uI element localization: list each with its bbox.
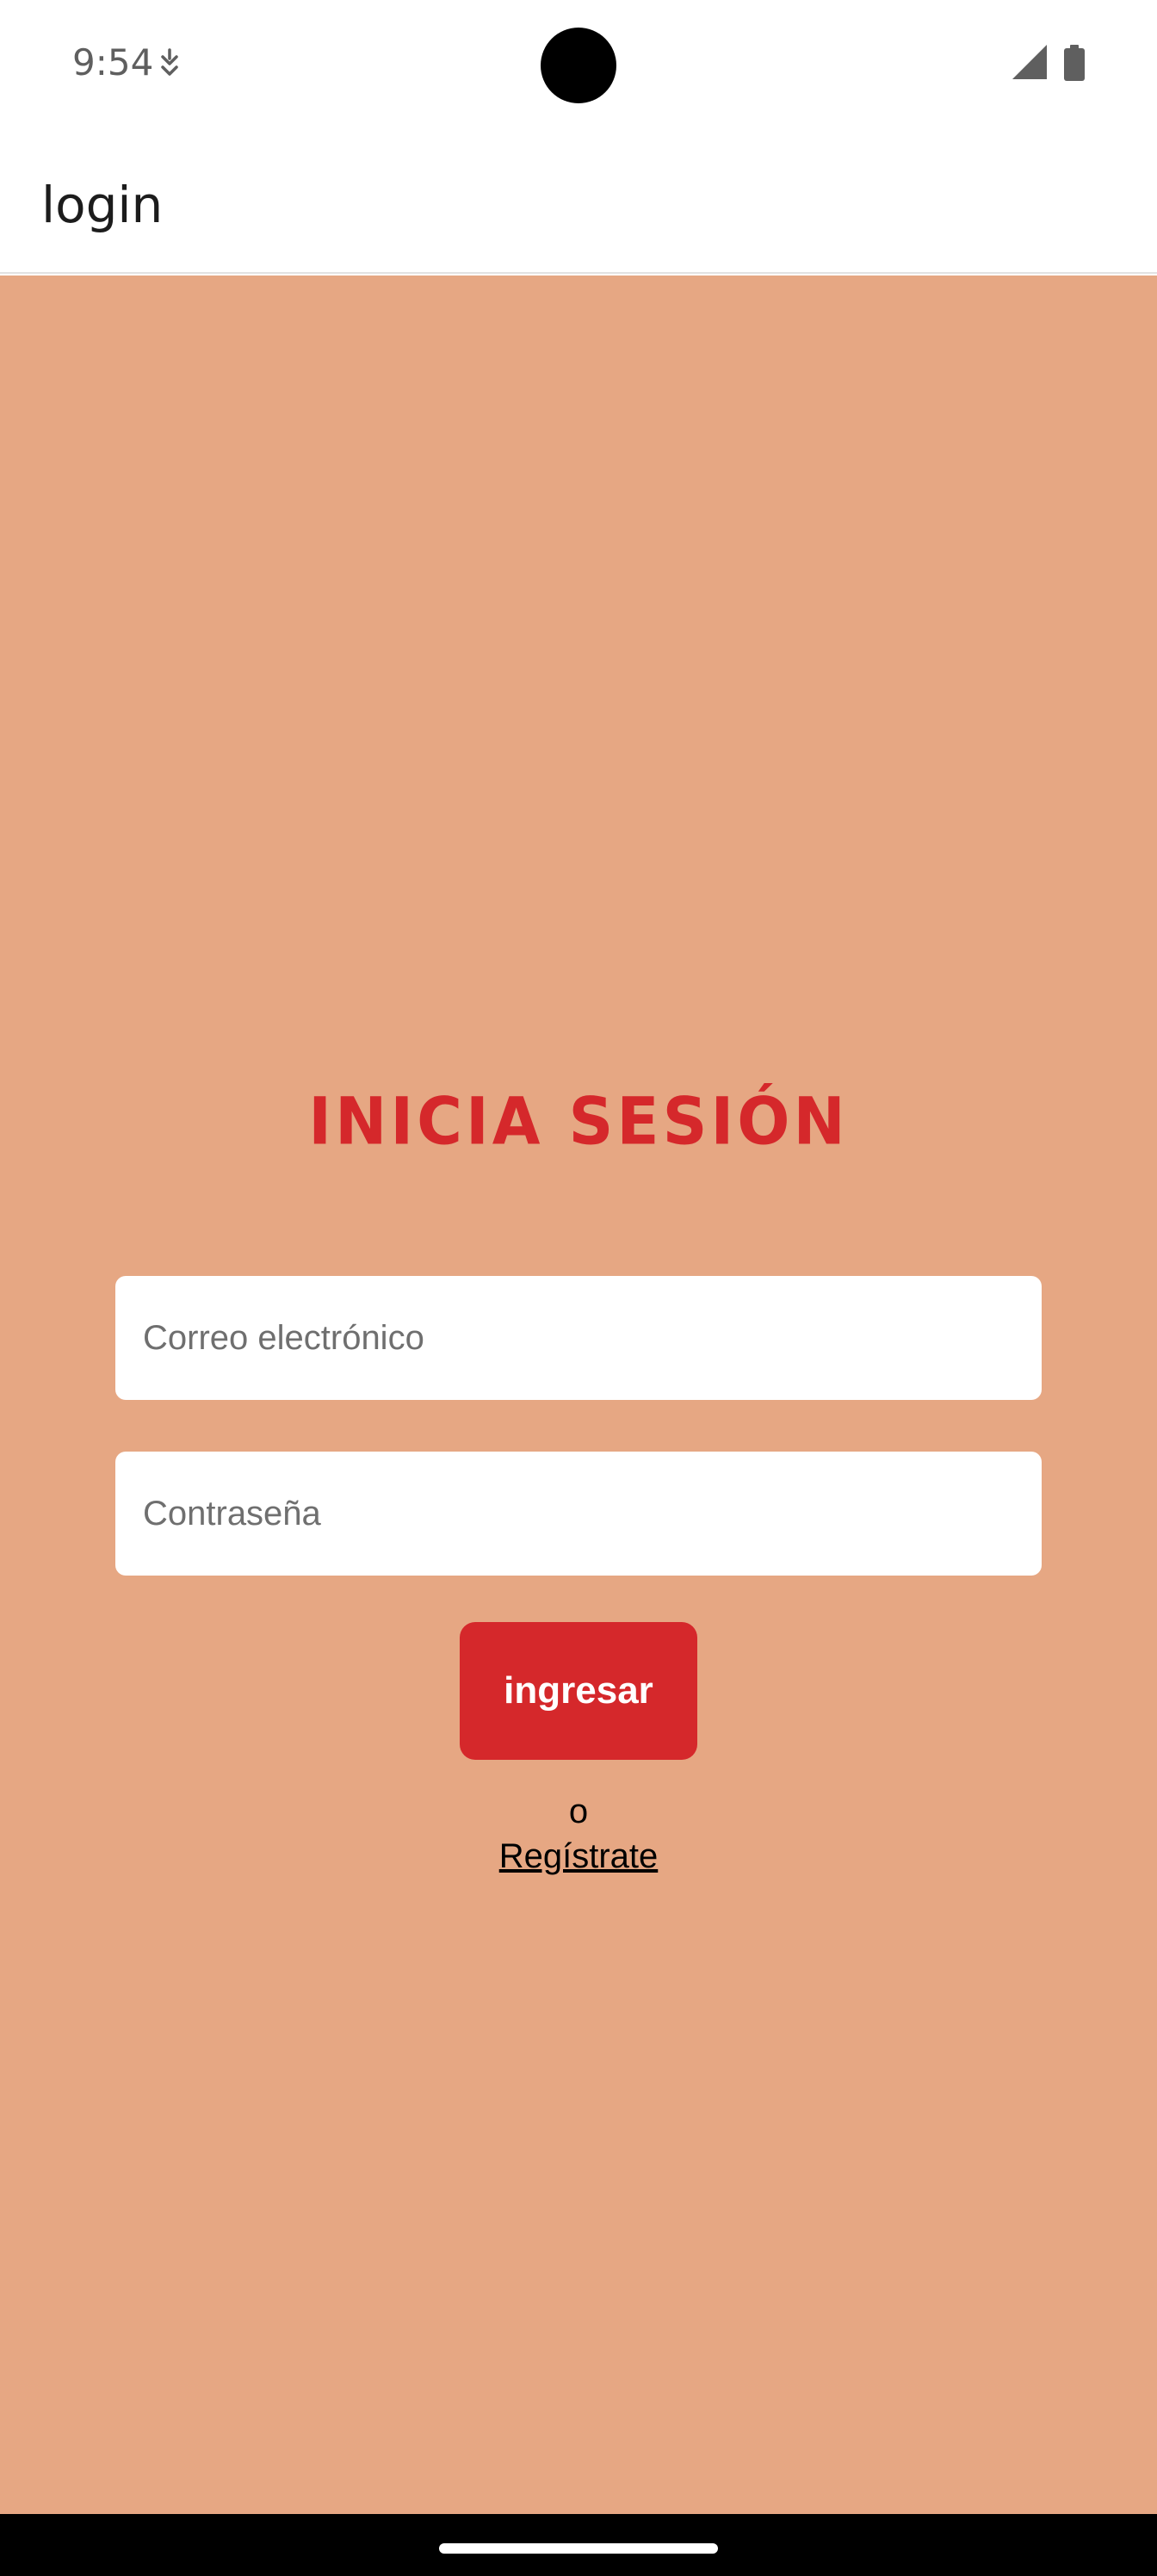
- app-bar: login: [0, 129, 1157, 274]
- or-separator: o: [568, 1793, 589, 1830]
- email-field[interactable]: [115, 1276, 1042, 1400]
- login-content: INICIA SESIÓN ingresar o Regístrate: [0, 276, 1157, 2514]
- home-gesture-handle[interactable]: [439, 2543, 718, 2554]
- login-button[interactable]: ingresar: [460, 1622, 697, 1760]
- register-link[interactable]: Regístrate: [499, 1837, 659, 1875]
- cell-signal-icon: [1012, 45, 1047, 79]
- camera-cutout: [541, 28, 616, 103]
- page-title: login: [41, 176, 164, 234]
- notification-app-icon: [161, 48, 178, 76]
- battery-icon: [1064, 45, 1085, 81]
- navigation-bar: [0, 2514, 1157, 2576]
- login-screen: 9:54 login INICIA SESIÓN ingresar o Regí…: [0, 0, 1157, 2576]
- login-heading: INICIA SESIÓN: [308, 1082, 849, 1160]
- register-link-container: Regístrate: [0, 1837, 1157, 1876]
- password-field[interactable]: [115, 1452, 1042, 1576]
- status-time: 9:54: [72, 41, 154, 84]
- status-bar: 9:54: [0, 0, 1157, 129]
